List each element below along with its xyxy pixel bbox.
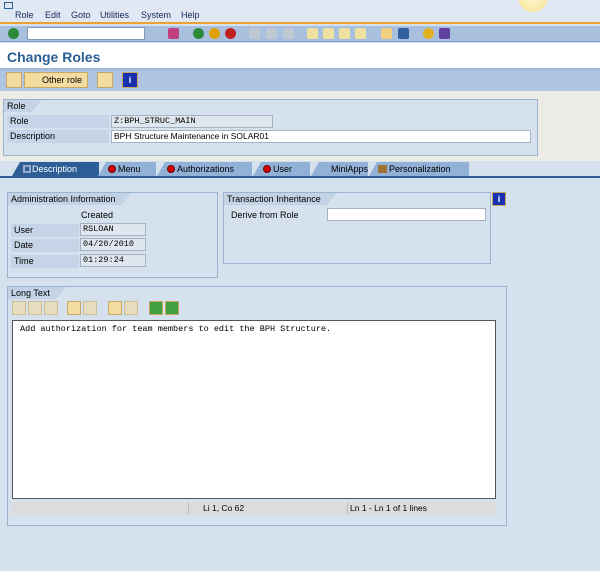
hierarchy-button[interactable] [97,72,113,88]
red-status-icon [263,165,271,173]
back-icon[interactable] [193,28,204,39]
previous-page-icon[interactable] [323,28,334,39]
red-status-icon [108,165,116,173]
menu-utilities[interactable]: Utilities [100,10,129,20]
tab-authorizations[interactable]: Authorizations [157,162,252,176]
find-next-icon[interactable] [124,301,138,315]
tab-label: Personalization [389,164,451,174]
cursor-position: Li 1, Co 62 [203,503,245,513]
shortcut-icon[interactable] [398,28,409,39]
last-page-icon[interactable] [355,28,366,39]
first-page-icon[interactable] [307,28,318,39]
date-label: Date [11,239,79,252]
tab-label: Authorizations [177,164,235,174]
other-role-label: Other role [42,75,83,85]
description-input[interactable]: BPH Structure Maintenance in SOLAR01 [111,130,531,143]
menu-goto[interactable]: Goto [71,10,91,20]
long-text-editor[interactable]: Add authorization for team members to ed… [12,320,496,499]
transaction-inheritance-group: Transaction Inheritance Derive from Role [223,192,491,264]
menu-role[interactable]: Role [15,10,34,20]
created-time-field: 01:29:24 [80,254,146,267]
admin-info-header: Administration Information [8,193,132,205]
role-group: Role Role Z:BPH_STRUC_MAIN Description B… [3,99,538,156]
import-icon[interactable] [149,301,163,315]
derive-from-role-input[interactable] [327,208,486,221]
find-next-icon[interactable] [283,28,294,39]
menu-edit[interactable]: Edit [45,10,61,20]
page-title: Change Roles [7,49,101,65]
personalization-icon [378,165,387,173]
find-icon[interactable] [108,301,122,315]
created-column-header: Created [81,210,114,220]
print-icon[interactable] [249,28,260,39]
next-page-icon[interactable] [339,28,350,39]
command-field[interactable] [27,27,145,40]
enter-icon[interactable] [8,28,19,39]
find-icon[interactable] [266,28,277,39]
transaction-inheritance-header: Transaction Inheritance [224,193,337,205]
application-toolbar: Other role i [0,70,600,91]
other-role-button[interactable]: Other role [24,72,88,88]
role-group-header: Role [4,100,42,112]
menu-help[interactable]: Help [181,10,200,20]
time-label: Time [11,255,79,268]
exit-icon[interactable] [209,28,220,39]
display-change-button[interactable] [6,72,22,88]
magnifier-icon [23,165,31,173]
save-icon[interactable] [168,28,179,39]
sap-menu-icon[interactable] [4,2,13,9]
derive-from-role-label: Derive from Role [231,210,299,220]
admin-info-group: Administration Information Created User … [7,192,218,278]
tab-label: User [273,164,293,174]
copy-icon[interactable] [28,301,42,315]
created-user-field: RSLOAN [80,223,146,236]
layout-menu-icon[interactable] [439,28,450,39]
menu-system[interactable]: System [141,10,171,20]
cut-icon[interactable] [12,301,26,315]
description-label: Description [7,130,109,143]
redo-icon[interactable] [83,301,97,315]
info-icon[interactable]: i [492,192,506,206]
line-count: Ln 1 - Ln 1 of 1 lines [350,503,428,513]
create-session-icon[interactable] [381,28,392,39]
tab-personalization[interactable]: Personalization [369,162,469,176]
long-text-content: Add authorization for team members to ed… [20,324,332,334]
sap-logo-decoration [518,0,548,12]
tab-strip-line [0,176,600,178]
help-icon[interactable] [423,28,434,39]
tab-label: Menu [118,164,141,174]
title-bar: Change Roles [0,43,600,70]
created-date-field: 04/20/2010 [80,238,146,251]
user-label: User [11,224,79,237]
cancel-icon[interactable] [225,28,236,39]
red-status-icon [167,165,175,173]
system-toolbar [0,26,600,42]
editor-status-bar: Li 1, Co 62 Ln 1 - Ln 1 of 1 lines [12,502,496,515]
role-label: Role [7,115,109,128]
tab-label: Description [32,164,78,174]
long-text-header: Long Text [8,287,66,299]
undo-icon[interactable] [67,301,81,315]
info-icon[interactable]: i [122,72,138,88]
tab-description[interactable]: Description [12,162,99,176]
paste-icon[interactable] [44,301,58,315]
tab-user[interactable]: User [253,162,310,176]
tab-label: MiniApps [331,164,369,174]
tab-menu[interactable]: Menu [98,162,156,176]
menu-bar: Role Edit Goto Utilities System Help [0,0,600,24]
tab-miniapps[interactable]: MiniApps [311,162,368,176]
role-field: Z:BPH_STRUC_MAIN [111,115,273,128]
export-icon[interactable] [165,301,179,315]
